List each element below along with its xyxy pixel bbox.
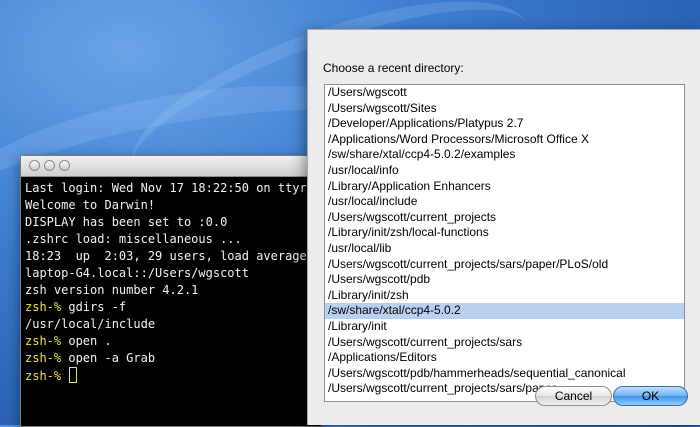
shell-prompt: zsh-% (25, 334, 62, 348)
directory-list-item[interactable]: /sw/share/xtal/ccp4-5.0.2 (325, 303, 684, 319)
directory-list-item[interactable]: /Applications/Editors (325, 350, 684, 366)
terminal-output-line: 18:23 up 2:03, 29 users, load averages: (25, 249, 322, 263)
terminal-output-line: /usr/local/include (25, 317, 156, 331)
terminal-output-line: DISPLAY has been set to :0.0 (25, 215, 228, 229)
terminal-output-line: zsh version number 4.2.1 (25, 283, 199, 297)
directory-list-item[interactable]: /Library/Application Enhancers (325, 179, 684, 195)
terminal-command-line: zsh-% open . (25, 333, 321, 350)
shell-command: gdirs -f (61, 300, 127, 314)
directory-list-item[interactable]: /usr/local/include (325, 194, 684, 210)
shell-prompt: zsh-% (25, 300, 62, 314)
directory-list[interactable]: /Users/wgscott/Users/wgscott/Sites/Devel… (324, 84, 685, 402)
text-cursor (69, 367, 78, 383)
directory-list-item[interactable]: /Users/wgscott/Sites (325, 101, 684, 117)
cancel-button[interactable]: Cancel (535, 386, 612, 406)
directory-list-item[interactable]: /Users/wgscott/current_projects/sars/pap… (325, 257, 684, 273)
shell-command: open . (61, 334, 112, 348)
terminal-output-line: laptop-G4.local::/Users/wgscott (25, 266, 249, 280)
directory-list-item[interactable]: /sw/share/xtal/ccp4-5.0.2/examples (325, 147, 684, 163)
terminal-output-line: Welcome to Darwin! (25, 198, 156, 212)
zoom-window-icon[interactable] (59, 160, 70, 171)
directory-list-item[interactable]: /Developer/Applications/Platypus 2.7 (325, 116, 684, 132)
terminal-window[interactable]: Last login: Wed Nov 17 18:22:50 on ttyr2… (20, 155, 322, 427)
directory-list-item[interactable]: /Library/init (325, 319, 684, 335)
directory-list-item[interactable]: /usr/local/lib (325, 241, 684, 257)
directory-list-item[interactable]: /usr/local/info (325, 163, 684, 179)
ok-button[interactable]: OK (613, 386, 688, 406)
directory-list-item[interactable]: /Users/wgscott (325, 85, 684, 101)
shell-command (61, 369, 68, 383)
shell-prompt: zsh-% (25, 351, 62, 365)
recent-directory-dialog: Choose a recent directory: /Users/wgscot… (307, 29, 700, 425)
terminal-output-line: .zshrc load: miscellaneous ... (25, 232, 242, 246)
minimize-window-icon[interactable] (44, 160, 55, 171)
directory-list-item[interactable]: /Library/init/zsh/local-functions (325, 225, 684, 241)
directory-list-item[interactable]: /Applications/Word Processors/Microsoft … (325, 132, 684, 148)
shell-command: open -a Grab (61, 351, 156, 365)
terminal-command-line: zsh-% gdirs -f (25, 299, 321, 316)
directory-list-item[interactable]: /Library/init/zsh (325, 288, 684, 304)
directory-list-item[interactable]: /Users/wgscott/pdb/hammerheads/sequentia… (325, 366, 684, 382)
terminal-output-line: Last login: Wed Nov 17 18:22:50 on ttyr2 (25, 181, 314, 195)
terminal-command-line: zsh-% (25, 367, 321, 384)
close-window-icon[interactable] (29, 160, 40, 171)
terminal-output[interactable]: Last login: Wed Nov 17 18:22:50 on ttyr2… (21, 177, 321, 384)
directory-list-item[interactable]: /Users/wgscott/pdb (325, 272, 684, 288)
dialog-title: Choose a recent directory: (323, 61, 464, 75)
terminal-command-line: zsh-% open -a Grab (25, 350, 321, 367)
directory-list-item[interactable]: /Users/wgscott/current_projects (325, 210, 684, 226)
terminal-titlebar[interactable] (21, 156, 321, 177)
shell-prompt: zsh-% (25, 369, 62, 383)
directory-list-item[interactable]: /Users/wgscott/current_projects/sars (325, 335, 684, 351)
